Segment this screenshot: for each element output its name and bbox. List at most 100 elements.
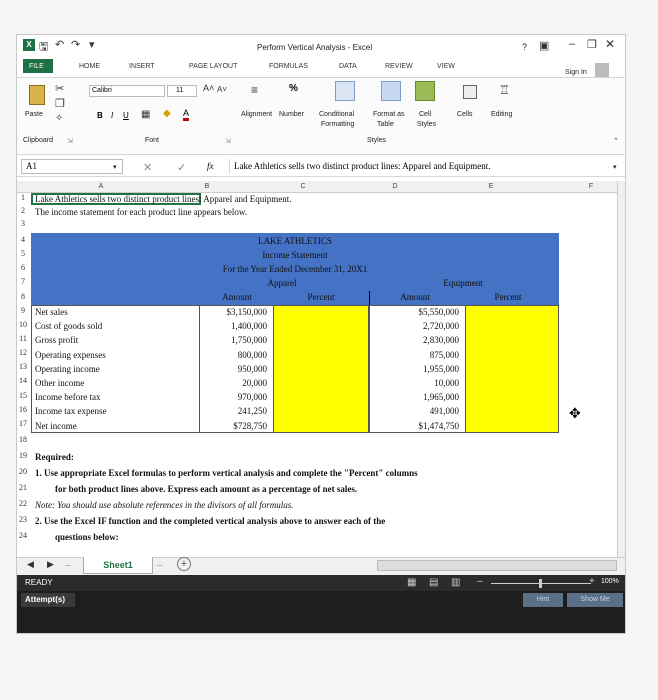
customize-qat-icon[interactable]: ▾ [89, 38, 95, 51]
font-launcher-icon[interactable]: ⇲ [225, 137, 231, 145]
redo-icon[interactable]: ↷ [71, 38, 80, 51]
tab-formulas[interactable]: FORMULAS [269, 63, 308, 70]
horizontal-scrollbar[interactable] [377, 560, 617, 571]
format-as-table-icon[interactable] [381, 81, 401, 101]
hint-button[interactable]: Hint [523, 593, 563, 607]
cell-a2[interactable]: The income statement for each product li… [35, 206, 247, 218]
equipment-amount-header[interactable]: Amount [373, 291, 457, 303]
apparel-amount[interactable]: 241,250 [201, 405, 267, 417]
line-label[interactable]: Operating income [35, 363, 100, 375]
apparel-amount[interactable]: 970,000 [201, 391, 267, 403]
paste-button[interactable]: Paste [25, 111, 43, 118]
shrink-font-icon[interactable]: A˅ [217, 85, 227, 94]
more-sheets-button[interactable]: ... [157, 561, 163, 568]
apparel-percent-header[interactable]: Percent [279, 291, 363, 303]
restore-icon[interactable]: ❐ [587, 38, 597, 51]
sheet-tab-sheet1[interactable]: Sheet1 [83, 557, 153, 574]
row-header[interactable]: 19 [17, 451, 29, 460]
equipment-amount[interactable]: 1,965,000 [371, 391, 459, 403]
minimize-icon[interactable]: – [569, 38, 575, 50]
normal-view-icon[interactable]: ▦ [407, 577, 416, 588]
collapse-ribbon-icon[interactable]: ⌃ [613, 137, 619, 145]
formula-note[interactable]: Note: You should use absolute references… [35, 499, 294, 511]
worksheet-grid[interactable]: 1 2 3 4 5 6 7 8 9 10 11 12 13 14 15 16 1… [17, 193, 617, 553]
row-header[interactable]: 10 [17, 320, 29, 329]
apparel-header[interactable]: Apparel [197, 277, 367, 289]
row-header[interactable]: 6 [17, 263, 29, 272]
question-1[interactable]: 1. Use appropriate Excel formulas to per… [35, 467, 418, 479]
equipment-amount[interactable]: 2,830,000 [371, 334, 459, 346]
apparel-amount[interactable]: $3,150,000 [201, 306, 268, 318]
equipment-amount[interactable]: $5,550,000 [371, 306, 460, 318]
apparel-amount-header[interactable]: Amount [197, 291, 277, 303]
row-header[interactable]: 17 [17, 419, 29, 428]
row-header[interactable]: 12 [17, 348, 29, 357]
insert-function-button[interactable]: fx [207, 161, 214, 171]
row-header[interactable]: 1 [17, 193, 29, 202]
row-header[interactable]: 20 [17, 467, 29, 476]
row-header[interactable]: 23 [17, 515, 29, 524]
equipment-amount[interactable]: 875,000 [371, 349, 459, 361]
question-2[interactable]: 2. Use the Excel IF function and the com… [35, 515, 385, 527]
company-name[interactable]: LAKE ATHLETICS [31, 235, 559, 247]
column-header-e[interactable]: E [485, 183, 497, 190]
line-label[interactable]: Operating expenses [35, 349, 106, 361]
apparel-amount[interactable]: 800,000 [201, 349, 267, 361]
column-header-f[interactable]: F [585, 183, 597, 190]
row-header[interactable]: 11 [17, 334, 29, 343]
fill-color-icon[interactable]: ◆ [163, 108, 171, 119]
column-header-d[interactable]: D [389, 183, 401, 190]
row-header[interactable]: 3 [17, 219, 29, 228]
row-header[interactable]: 16 [17, 405, 29, 414]
cell-styles-button[interactable]: Cell [419, 111, 431, 118]
required-heading[interactable]: Required: [35, 451, 74, 463]
font-name-select[interactable]: Calibri [89, 85, 165, 97]
clipboard-launcher-icon[interactable]: ⇲ [67, 137, 73, 145]
scroll-left-icon[interactable]: ◀ [27, 559, 34, 570]
column-header-c[interactable]: C [297, 183, 309, 190]
format-as-table-button-line2[interactable]: Table [377, 121, 394, 128]
tab-home[interactable]: HOME [79, 63, 100, 70]
formula-input[interactable]: Lake Athletics sells two distinct produc… [229, 159, 621, 174]
enter-formula-icon[interactable]: ✓ [177, 161, 186, 174]
zoom-in-icon[interactable]: + [589, 576, 595, 587]
row-header[interactable]: 2 [17, 206, 29, 215]
equipment-amount[interactable]: 10,000 [371, 377, 459, 389]
cells-icon[interactable] [463, 85, 477, 99]
format-painter-icon[interactable]: ✧ [55, 113, 63, 124]
line-label[interactable]: Gross profit [35, 334, 78, 346]
row-header[interactable]: 5 [17, 249, 29, 258]
number-format-icon[interactable]: % [289, 83, 298, 94]
page-break-view-icon[interactable]: ▥ [451, 577, 460, 588]
cells-button[interactable]: Cells [457, 111, 473, 118]
scroll-right-icon[interactable]: ▶ [47, 559, 54, 570]
grow-font-icon[interactable]: A˄ [203, 83, 214, 93]
tab-insert[interactable]: INSERT [129, 63, 155, 70]
equipment-amount[interactable]: 491,000 [371, 405, 459, 417]
tab-file[interactable]: FILE [29, 63, 44, 70]
column-header-b[interactable]: B [201, 183, 213, 190]
row-header[interactable]: 9 [17, 306, 29, 315]
zoom-slider-thumb[interactable] [539, 579, 542, 588]
number-button[interactable]: Number [279, 111, 304, 118]
row-header[interactable]: 24 [17, 531, 29, 540]
equipment-amount[interactable]: 2,720,000 [371, 320, 459, 332]
statement-title[interactable]: Income Statement [31, 249, 559, 261]
row-header[interactable]: 13 [17, 362, 29, 371]
line-label[interactable]: Net income [35, 420, 77, 432]
row-header[interactable]: 8 [17, 292, 29, 301]
tab-page-layout[interactable]: PAGE LAYOUT [189, 63, 237, 70]
undo-icon[interactable]: ↶ [55, 38, 64, 51]
name-box-dropdown-icon[interactable]: ▾ [113, 163, 117, 171]
underline-button[interactable]: U [123, 111, 129, 120]
apparel-amount[interactable]: 950,000 [201, 363, 267, 375]
apparel-amount[interactable]: 1,750,000 [201, 334, 267, 346]
row-header[interactable]: 4 [17, 235, 29, 244]
tab-review[interactable]: REVIEW [385, 63, 413, 70]
line-label[interactable]: Income before tax [35, 391, 100, 403]
row-header[interactable]: 7 [17, 277, 29, 286]
alignment-button[interactable]: Alignment [241, 111, 272, 118]
row-header[interactable]: 15 [17, 391, 29, 400]
row-header[interactable]: 22 [17, 499, 29, 508]
alignment-icon[interactable]: ≡ [251, 83, 258, 97]
